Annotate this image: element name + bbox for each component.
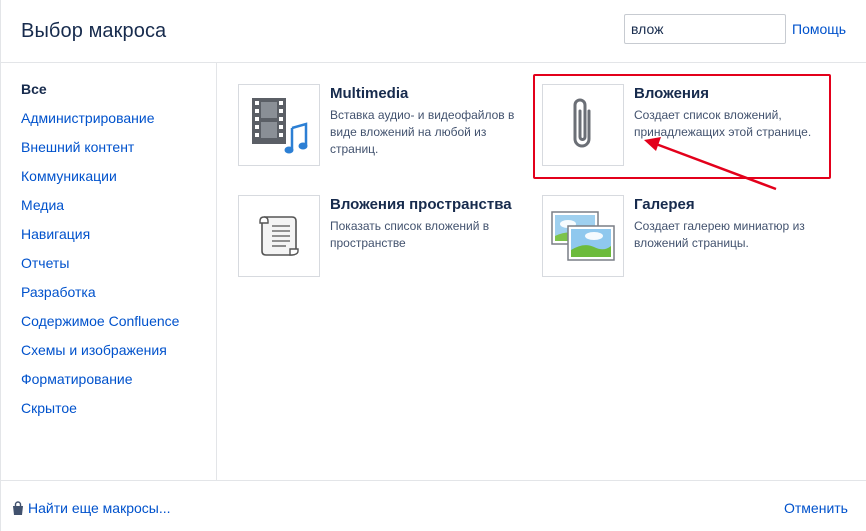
macro-browser-dialog: Выбор макроса Помощь Все Администрирован… xyxy=(0,0,866,531)
category-all[interactable]: Все xyxy=(21,81,47,97)
macro-list: Multimedia Вставка аудио- и видеофайлов … xyxy=(218,63,866,480)
macro-name: Multimedia xyxy=(330,85,409,102)
macro-name: Галерея xyxy=(634,196,695,213)
macro-item-attachments[interactable]: Вложения Создает список вложений, принад… xyxy=(542,84,832,168)
paperclip-icon xyxy=(573,98,591,148)
category-navigation[interactable]: Навигация xyxy=(21,226,90,242)
film-music-icon xyxy=(252,98,308,154)
dialog-footer: Найти еще макросы... Отменить xyxy=(1,480,866,531)
category-administration[interactable]: Администрирование xyxy=(21,110,155,126)
macro-thumbnail xyxy=(238,84,320,166)
macro-item-multimedia[interactable]: Multimedia Вставка аудио- и видеофайлов … xyxy=(238,84,528,168)
gallery-images-icon xyxy=(551,211,615,261)
category-sidebar: Все Администрирование Внешний контент Ко… xyxy=(1,63,217,480)
find-more-label: Найти еще макросы... xyxy=(28,500,171,516)
macro-description: Вставка аудио- и видеофайлов в виде влож… xyxy=(330,108,515,156)
macro-search-input[interactable] xyxy=(624,14,786,44)
dialog-title: Выбор макроса xyxy=(21,20,167,42)
category-hidden[interactable]: Скрытое xyxy=(21,400,77,416)
cancel-button[interactable]: Отменить xyxy=(784,500,848,516)
marketplace-bag-icon xyxy=(13,500,23,515)
macro-thumbnail xyxy=(542,195,624,277)
find-more-macros-link[interactable]: Найти еще макросы... xyxy=(11,500,171,516)
category-formatting[interactable]: Форматирование xyxy=(21,371,133,387)
dialog-header: Выбор макроса Помощь xyxy=(1,0,866,63)
help-link[interactable]: Помощь xyxy=(792,21,846,37)
category-external-content[interactable]: Внешний контент xyxy=(21,139,134,155)
category-confluence-content[interactable]: Содержимое Confluence xyxy=(21,313,179,329)
macro-name: Вложения xyxy=(634,85,709,102)
category-communications[interactable]: Коммуникации xyxy=(21,168,117,184)
macro-description: Показать список вложений в пространстве xyxy=(330,219,490,250)
macro-item-space-attachments[interactable]: Вложения пространства Показать список вл… xyxy=(238,195,528,279)
category-development[interactable]: Разработка xyxy=(21,284,96,300)
scroll-document-icon xyxy=(259,216,299,256)
macro-description: Создает галерею миниатюр из вложений стр… xyxy=(634,219,805,250)
macro-thumbnail xyxy=(542,84,624,166)
category-reports[interactable]: Отчеты xyxy=(21,255,69,271)
macro-item-gallery[interactable]: Галерея Создает галерею миниатюр из влож… xyxy=(542,195,832,279)
macro-description: Создает список вложений, принадлежащих э… xyxy=(634,108,812,139)
category-media[interactable]: Медиа xyxy=(21,197,64,213)
macro-name: Вложения пространства xyxy=(330,196,512,213)
category-diagrams-images[interactable]: Схемы и изображения xyxy=(21,342,167,358)
macro-thumbnail xyxy=(238,195,320,277)
